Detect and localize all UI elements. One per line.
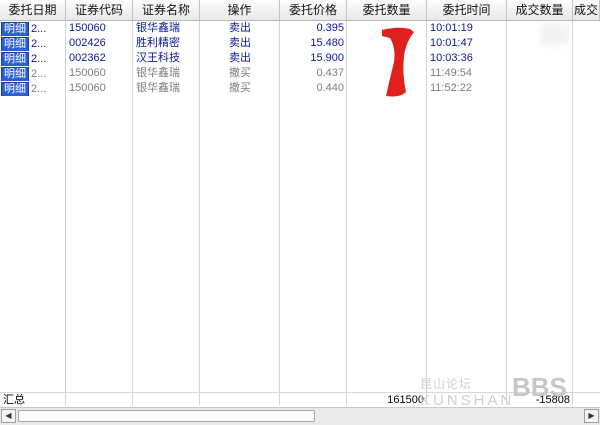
filled-more [573, 51, 600, 66]
col-header-code[interactable]: 证券代码 [66, 0, 133, 20]
date-cell: 明细 2... [0, 36, 66, 51]
security-code: 150060 [69, 22, 106, 34]
watermark-cn: 昆山论坛 [420, 377, 473, 391]
table-row[interactable]: 明细 2... 150060 银华鑫瑞 撤买 0.437 11:49:54 [0, 66, 600, 81]
detail-button[interactable]: 明细 [1, 82, 29, 96]
filled-quantity [507, 81, 573, 96]
order-date: 2... [31, 23, 47, 35]
date-cell: 明细 2... [0, 51, 66, 66]
table-body: 明细 2... 150060 银华鑫瑞 卖出 0.395 10:01:19 明细 2… [0, 21, 600, 96]
col-header-name[interactable]: 证券名称 [133, 0, 200, 20]
redaction-blur [540, 24, 570, 46]
detail-button[interactable]: 明细 [1, 37, 29, 51]
order-time: 10:03:36 [430, 52, 473, 64]
table-row[interactable]: 明细 2... 150060 银华鑫瑞 撤买 0.440 11:52:22 [0, 81, 600, 96]
red-redaction-mark [382, 27, 414, 97]
summary-label: 汇总 [3, 394, 25, 406]
col-header-filled-more[interactable]: 成交 [573, 0, 600, 20]
security-name: 银华鑫瑞 [136, 67, 180, 79]
order-time: 10:01:47 [430, 37, 473, 49]
order-price: 15.900 [310, 52, 344, 64]
col-header-quantity[interactable]: 委托数量 [347, 0, 427, 20]
order-time: 11:49:54 [430, 67, 473, 79]
security-code: 002426 [69, 37, 106, 49]
table-row[interactable]: 明细 2... 002362 汉王科技 卖出 15.900 10:03:36 [0, 51, 600, 66]
security-code: 150060 [69, 67, 106, 79]
date-cell: 明细 2... [0, 66, 66, 81]
date-cell: 明细 2... [0, 21, 66, 36]
col-header-operation[interactable]: 操作 [200, 0, 280, 20]
col-header-time[interactable]: 委托时间 [427, 0, 507, 20]
operation: 卖出 [229, 52, 251, 64]
order-date: 2... [31, 38, 47, 50]
date-cell: 明细 2... [0, 81, 66, 96]
scroll-right-icon[interactable]: ▶ [584, 409, 599, 423]
scroll-left-icon[interactable]: ◀ [1, 409, 16, 423]
filled-more [573, 36, 600, 51]
orders-table: 委托日期 证券代码 证券名称 操作 委托价格 委托数量 委托时间 成交数量 成交… [0, 0, 600, 425]
order-price: 0.437 [316, 67, 344, 79]
detail-button[interactable]: 明细 [1, 67, 29, 81]
security-name: 银华鑫瑞 [136, 22, 180, 34]
watermark-bbs: BBS [512, 372, 567, 402]
watermark-text: 昆山论坛 KUNSHAN [420, 378, 514, 410]
security-name: 胜利精密 [136, 37, 180, 49]
filled-quantity [507, 66, 573, 81]
filled-quantity [507, 51, 573, 66]
order-time: 10:01:19 [430, 22, 473, 34]
col-header-date[interactable]: 委托日期 [0, 0, 66, 20]
operation: 卖出 [229, 37, 251, 49]
col-header-price[interactable]: 委托价格 [280, 0, 347, 20]
col-header-filled-qty[interactable]: 成交数量 [507, 0, 573, 20]
operation: 卖出 [229, 22, 251, 34]
security-code: 002362 [69, 52, 106, 64]
filled-more [573, 21, 600, 36]
order-date: 2... [31, 83, 47, 95]
scrollbar-thumb[interactable] [18, 410, 315, 422]
summary-quantity-total: 161500 [387, 394, 424, 406]
filled-more [573, 81, 600, 96]
security-code: 150060 [69, 82, 106, 94]
order-price: 15.480 [310, 37, 344, 49]
security-name: 汉王科技 [136, 52, 180, 64]
order-price: 0.440 [316, 82, 344, 94]
horizontal-scrollbar[interactable]: ◀ ▶ [0, 407, 600, 425]
operation: 撤买 [229, 67, 251, 79]
order-date: 2... [31, 53, 47, 65]
filled-more [573, 66, 600, 81]
security-name: 银华鑫瑞 [136, 82, 180, 94]
order-price: 0.395 [316, 22, 344, 34]
table-header: 委托日期 证券代码 证券名称 操作 委托价格 委托数量 委托时间 成交数量 成交 [0, 0, 600, 21]
order-date: 2... [31, 68, 47, 80]
table-row[interactable]: 明细 2... 002426 胜利精密 卖出 15.480 10:01:47 [0, 36, 600, 51]
order-time: 11:52:22 [430, 82, 473, 94]
detail-button[interactable]: 明细 [1, 22, 29, 36]
detail-button[interactable]: 明细 [1, 52, 29, 66]
table-row[interactable]: 明细 2... 150060 银华鑫瑞 卖出 0.395 10:01:19 [0, 21, 600, 36]
operation: 撤买 [229, 82, 251, 94]
